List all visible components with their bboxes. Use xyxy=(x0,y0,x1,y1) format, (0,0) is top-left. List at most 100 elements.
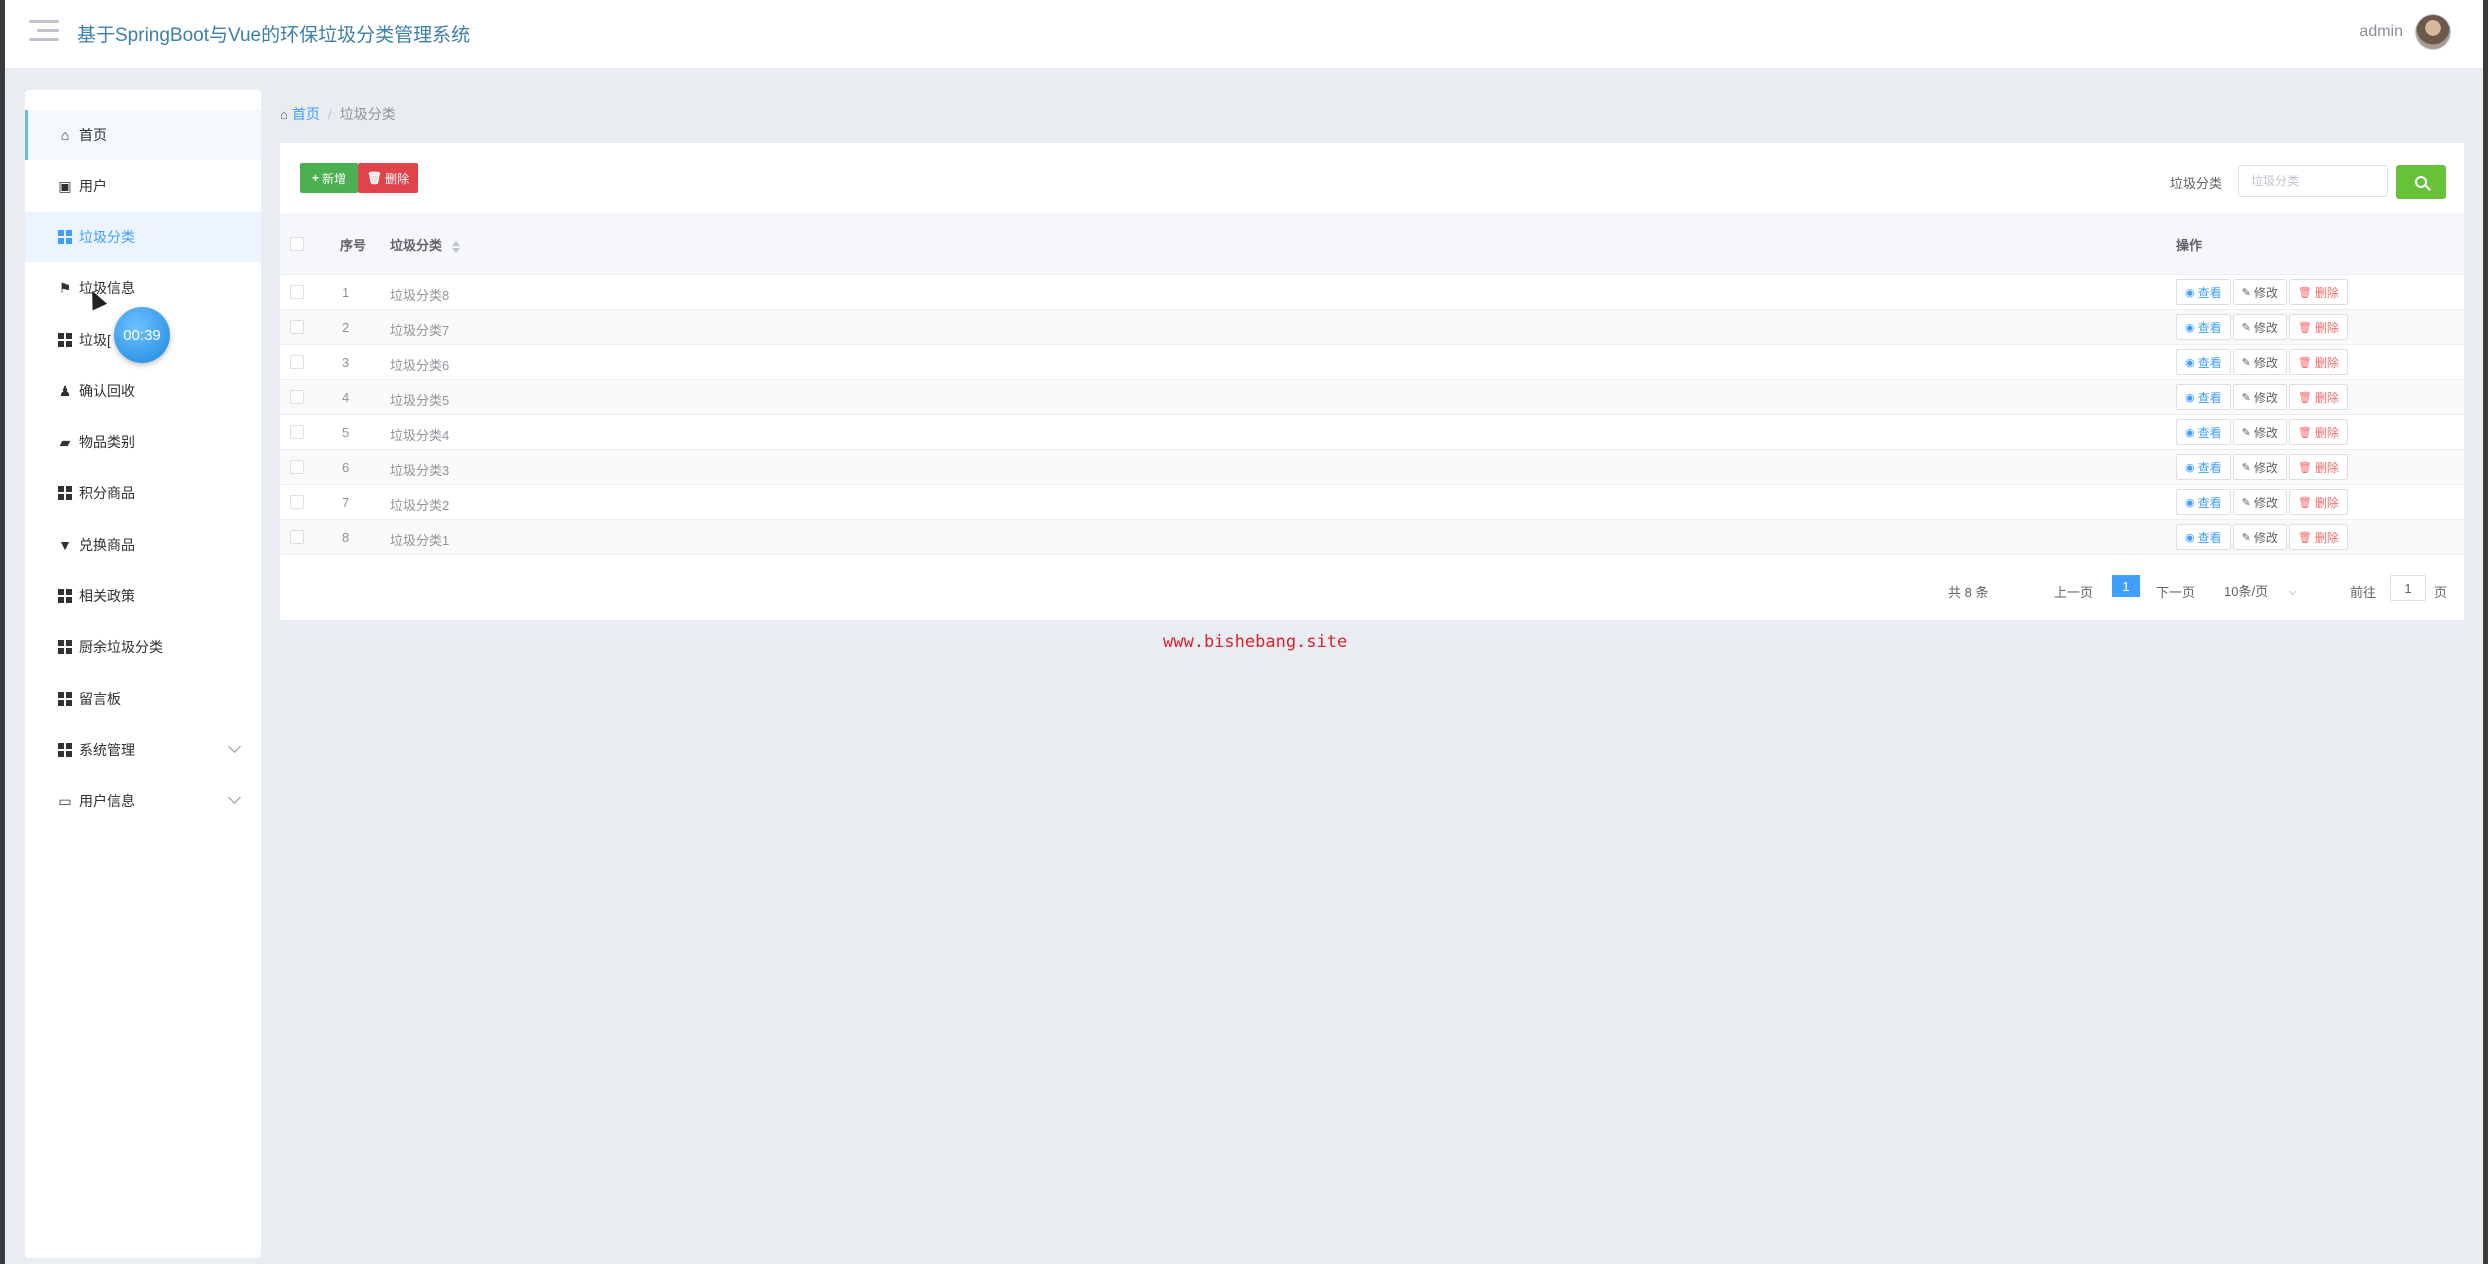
edit-button[interactable]: ✎ 修改 xyxy=(2232,279,2287,305)
row-checkbox[interactable] xyxy=(290,285,304,299)
avatar[interactable] xyxy=(2415,14,2451,50)
row-checkbox[interactable] xyxy=(290,425,304,439)
view-button[interactable]: ◉ 查看 xyxy=(2176,419,2231,445)
pagination-prev-button[interactable]: 上一页 xyxy=(2054,582,2093,601)
row-checkbox[interactable] xyxy=(290,320,304,334)
table-row: 8 垃圾分类1 ◉ 查看 ✎ 修改 🗑 删除 xyxy=(280,520,2464,555)
view-button[interactable]: ◉ 查看 xyxy=(2176,314,2231,340)
table-row: 2 垃圾分类7 ◉ 查看 ✎ 修改 🗑 删除 xyxy=(280,310,2464,345)
sidebar-item-points-goods[interactable]: 积分商品 xyxy=(25,468,261,518)
flag-icon: ⚑ xyxy=(58,279,72,296)
edit-button[interactable]: ✎ 修改 xyxy=(2232,419,2287,445)
sidebar-item-garbage-info[interactable]: ⚑ 垃圾信息 xyxy=(25,263,261,313)
delete-button[interactable]: 🗑 删除 xyxy=(2288,524,2348,550)
row-actions: ◉ 查看 ✎ 修改 🗑 删除 xyxy=(2176,454,2350,480)
stamp-icon: ▼ xyxy=(58,537,72,553)
edit-button-label: 修改 xyxy=(2253,355,2278,370)
sidebar-item-message-board[interactable]: 留言板 xyxy=(25,674,261,724)
batch-delete-button[interactable]: 🗑 删除 xyxy=(358,163,418,193)
table-row: 7 垃圾分类2 ◉ 查看 ✎ 修改 🗑 删除 xyxy=(280,485,2464,520)
edit-icon: ✎ xyxy=(2241,356,2251,369)
row-actions: ◉ 查看 ✎ 修改 🗑 删除 xyxy=(2176,489,2350,515)
edit-button[interactable]: ✎ 修改 xyxy=(2232,314,2287,340)
row-checkbox[interactable] xyxy=(290,460,304,474)
username[interactable]: admin xyxy=(2359,23,2403,41)
view-button-label: 查看 xyxy=(2197,320,2222,335)
eye-icon: ◉ xyxy=(2185,426,2195,439)
user-area[interactable]: admin xyxy=(2359,14,2451,50)
trash-icon: 🗑 xyxy=(2297,496,2312,509)
ticket-icon: ▰ xyxy=(59,433,71,450)
sidebar-item-home[interactable]: ⌂ 首页 xyxy=(25,110,261,160)
sort-icon[interactable] xyxy=(451,240,460,253)
delete-button[interactable]: 🗑 删除 xyxy=(2288,419,2348,445)
hamburger-menu-icon[interactable] xyxy=(29,20,59,44)
delete-button-label: 删除 xyxy=(2314,285,2339,300)
search-input[interactable] xyxy=(2238,165,2388,197)
sidebar-item-exchange-goods[interactable]: ▼ 兑换商品 xyxy=(25,520,261,570)
row-checkbox[interactable] xyxy=(290,530,304,544)
view-button[interactable]: ◉ 查看 xyxy=(2176,524,2231,550)
row-checkbox[interactable] xyxy=(290,355,304,369)
delete-button-label: 删除 xyxy=(2314,460,2339,475)
edit-button[interactable]: ✎ 修改 xyxy=(2232,489,2287,515)
delete-button[interactable]: 🗑 删除 xyxy=(2288,454,2348,480)
edit-button[interactable]: ✎ 修改 xyxy=(2232,384,2287,410)
view-button[interactable]: ◉ 查看 xyxy=(2176,384,2231,410)
sidebar-item-system-management[interactable]: 系统管理 xyxy=(25,725,261,775)
edit-button-label: 修改 xyxy=(2253,320,2278,335)
sidebar-item-users[interactable]: ▣ 用户 xyxy=(25,161,261,211)
delete-button[interactable]: 🗑 删除 xyxy=(2288,349,2348,375)
eye-icon: ◉ xyxy=(2185,356,2195,369)
select-all-checkbox[interactable] xyxy=(290,237,304,251)
view-button[interactable]: ◉ 查看 xyxy=(2176,279,2231,305)
table-row: 5 垃圾分类4 ◉ 查看 ✎ 修改 🗑 删除 xyxy=(280,415,2464,450)
delete-button[interactable]: 🗑 删除 xyxy=(2288,314,2348,340)
delete-button[interactable]: 🗑 删除 xyxy=(2288,279,2348,305)
edit-button[interactable]: ✎ 修改 xyxy=(2232,454,2287,480)
trash-icon: 🗑 xyxy=(366,171,383,185)
sidebar-item-label: 留言板 xyxy=(79,691,121,707)
edit-button[interactable]: ✎ 修改 xyxy=(2232,524,2287,550)
edit-button-label: 修改 xyxy=(2253,285,2278,300)
breadcrumb-home[interactable]: ⌂ 首页 xyxy=(280,104,320,124)
sidebar-item-kitchen-waste[interactable]: 厨余垃圾分类 xyxy=(25,622,261,672)
delete-button-label: 删除 xyxy=(385,171,410,186)
view-button[interactable]: ◉ 查看 xyxy=(2176,454,2231,480)
pagination: 共 8 条 上一页 1 下一页 10条/页 前往 页 xyxy=(280,575,2464,605)
view-button-label: 查看 xyxy=(2197,495,2222,510)
row-category: 垃圾分类7 xyxy=(390,323,450,338)
pagination-next-button[interactable]: 下一页 xyxy=(2156,582,2195,601)
delete-button-label: 删除 xyxy=(2314,495,2339,510)
sidebar-item-garbage-category[interactable]: 垃圾分类 xyxy=(25,212,261,262)
grid-icon xyxy=(57,742,73,758)
page-size-select[interactable]: 10条/页 xyxy=(2216,575,2306,601)
sidebar-item-user-info[interactable]: ▭ 用户信息 xyxy=(25,776,261,826)
edit-button[interactable]: ✎ 修改 xyxy=(2232,349,2287,375)
grid-icon xyxy=(57,485,73,501)
column-header-category[interactable]: 垃圾分类 xyxy=(390,235,460,254)
search-button[interactable] xyxy=(2396,165,2446,199)
breadcrumb-home-label[interactable]: 首页 xyxy=(292,104,320,124)
chevron-down-icon xyxy=(228,740,241,753)
row-checkbox[interactable] xyxy=(290,495,304,509)
pagination-page-1[interactable]: 1 xyxy=(2112,575,2140,597)
view-button[interactable]: ◉ 查看 xyxy=(2176,489,2231,515)
sidebar-item-policies[interactable]: 相关政策 xyxy=(25,571,261,621)
plus-icon: + xyxy=(311,171,319,185)
pagination-jump-input[interactable] xyxy=(2390,575,2426,601)
row-category: 垃圾分类5 xyxy=(390,393,450,408)
sidebar-item-item-category[interactable]: ▰ 物品类别 xyxy=(25,417,261,467)
delete-button[interactable]: 🗑 删除 xyxy=(2288,384,2348,410)
sidebar-item-confirm-recycle[interactable]: ♟ 确认回收 xyxy=(25,366,261,416)
table-body: 1 垃圾分类8 ◉ 查看 ✎ 修改 🗑 删除 2 垃圾分类7 ◉ 查看 ✎ 修改 🗑 删除 3 垃圾分类6 ◉ 查看 ✎… xyxy=(280,275,2464,555)
add-button[interactable]: + 新增 xyxy=(300,163,358,193)
recording-timer-badge[interactable]: 00:39 xyxy=(114,307,170,363)
view-button[interactable]: ◉ 查看 xyxy=(2176,349,2231,375)
row-checkbox[interactable] xyxy=(290,390,304,404)
row-actions: ◉ 查看 ✎ 修改 🗑 删除 xyxy=(2176,419,2350,445)
delete-button[interactable]: 🗑 删除 xyxy=(2288,489,2348,515)
row-actions: ◉ 查看 ✎ 修改 🗑 删除 xyxy=(2176,524,2350,550)
sidebar-item-label: 用户信息 xyxy=(79,793,135,809)
row-index: 5 xyxy=(342,425,350,440)
